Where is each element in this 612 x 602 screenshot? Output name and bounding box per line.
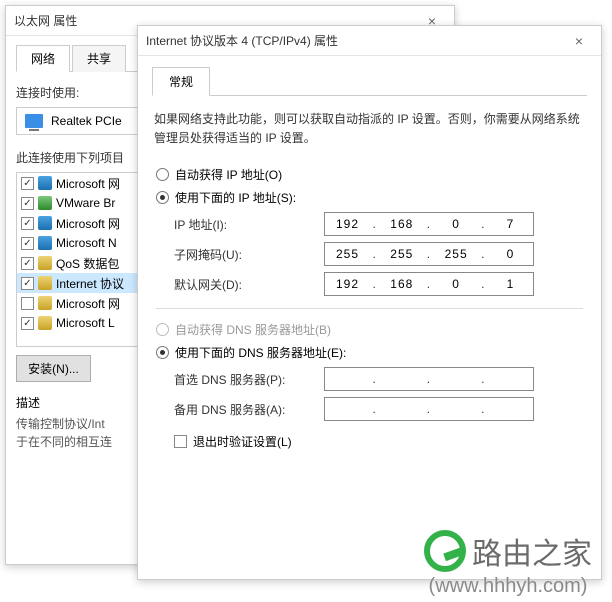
intro-text: 如果网络支持此功能，则可以获取自动指派的 IP 设置。否则，你需要从网络系统管理…	[154, 110, 585, 148]
radio-icon	[156, 346, 169, 359]
checkbox-icon[interactable]	[21, 197, 34, 210]
protocol-icon	[38, 216, 52, 230]
subnet-mask-label: 子网掩码(U):	[174, 246, 324, 263]
radio-icon	[156, 191, 169, 204]
checkbox-icon[interactable]	[21, 317, 34, 330]
protocol-label: VMware Br	[56, 196, 115, 210]
tab-share[interactable]: 共享	[72, 45, 126, 72]
ip-address-label: IP 地址(I):	[174, 216, 324, 233]
tab-network[interactable]: 网络	[16, 45, 70, 72]
ipv4-tabs: 常规	[152, 66, 587, 96]
dns2-input[interactable]: ...	[324, 397, 534, 421]
ip-octet[interactable]: 168	[382, 217, 422, 231]
checkbox-icon[interactable]	[21, 257, 34, 270]
protocol-icon	[38, 236, 52, 250]
protocol-icon	[38, 196, 52, 210]
manual-ip-radio[interactable]: 使用下面的 IP 地址(S):	[156, 189, 587, 206]
gateway-input[interactable]: 192.168.0.1	[324, 272, 534, 296]
dns2-label: 备用 DNS 服务器(A):	[174, 401, 324, 418]
validate-on-exit-checkbox[interactable]: 退出时验证设置(L)	[174, 433, 587, 450]
protocol-label: Microsoft N	[56, 236, 117, 250]
ipv4-title: Internet 协议版本 4 (TCP/IPv4) 属性	[146, 32, 565, 49]
ip-octet[interactable]: 192	[327, 277, 367, 291]
protocol-icon	[38, 296, 52, 310]
close-icon[interactable]: ×	[565, 33, 593, 49]
radio-icon	[156, 168, 169, 181]
protocol-label: Microsoft 网	[56, 295, 120, 312]
ip-octet[interactable]: 0	[436, 277, 476, 291]
protocol-icon	[38, 256, 52, 270]
protocol-label: Internet 协议	[56, 275, 124, 292]
protocol-label: Microsoft L	[56, 316, 115, 330]
ip-octet[interactable]: 255	[327, 247, 367, 261]
protocol-icon	[38, 316, 52, 330]
ip-octet[interactable]: 7	[490, 217, 530, 231]
subnet-mask-input[interactable]: 255.255.255.0	[324, 242, 534, 266]
manual-dns-radio[interactable]: 使用下面的 DNS 服务器地址(E):	[156, 344, 587, 361]
ip-octet[interactable]: 0	[490, 247, 530, 261]
ip-octet[interactable]: 192	[327, 217, 367, 231]
radio-icon	[156, 323, 169, 336]
auto-ip-radio[interactable]: 自动获得 IP 地址(O)	[156, 166, 587, 183]
auto-dns-radio: 自动获得 DNS 服务器地址(B)	[156, 321, 587, 338]
checkbox-icon	[174, 435, 187, 448]
checkbox-icon[interactable]	[21, 277, 34, 290]
ip-octet[interactable]: 1	[490, 277, 530, 291]
protocol-icon	[38, 276, 52, 290]
gateway-label: 默认网关(D):	[174, 276, 324, 293]
ipv4-titlebar: Internet 协议版本 4 (TCP/IPv4) 属性 ×	[138, 26, 601, 56]
protocol-icon	[38, 176, 52, 190]
ip-octet[interactable]: 0	[436, 217, 476, 231]
ipv4-properties-window: Internet 协议版本 4 (TCP/IPv4) 属性 × 常规 如果网络支…	[137, 25, 602, 580]
checkbox-icon[interactable]	[21, 237, 34, 250]
ip-address-input[interactable]: 192.168.0.7	[324, 212, 534, 236]
separator	[156, 308, 583, 309]
ip-octet[interactable]: 255	[382, 247, 422, 261]
tab-general[interactable]: 常规	[152, 67, 210, 96]
ip-octet[interactable]: 168	[382, 277, 422, 291]
dns1-label: 首选 DNS 服务器(P):	[174, 371, 324, 388]
protocol-label: Microsoft 网	[56, 215, 120, 232]
dns1-input[interactable]: ...	[324, 367, 534, 391]
adapter-name: Realtek PCIe	[51, 114, 122, 128]
checkbox-icon[interactable]	[21, 297, 34, 310]
ip-octet[interactable]: 255	[436, 247, 476, 261]
checkbox-icon[interactable]	[21, 177, 34, 190]
install-button[interactable]: 安装(N)...	[16, 355, 91, 382]
nic-icon	[25, 114, 43, 128]
checkbox-icon[interactable]	[21, 217, 34, 230]
protocol-label: Microsoft 网	[56, 175, 120, 192]
protocol-label: QoS 数据包	[56, 255, 119, 272]
